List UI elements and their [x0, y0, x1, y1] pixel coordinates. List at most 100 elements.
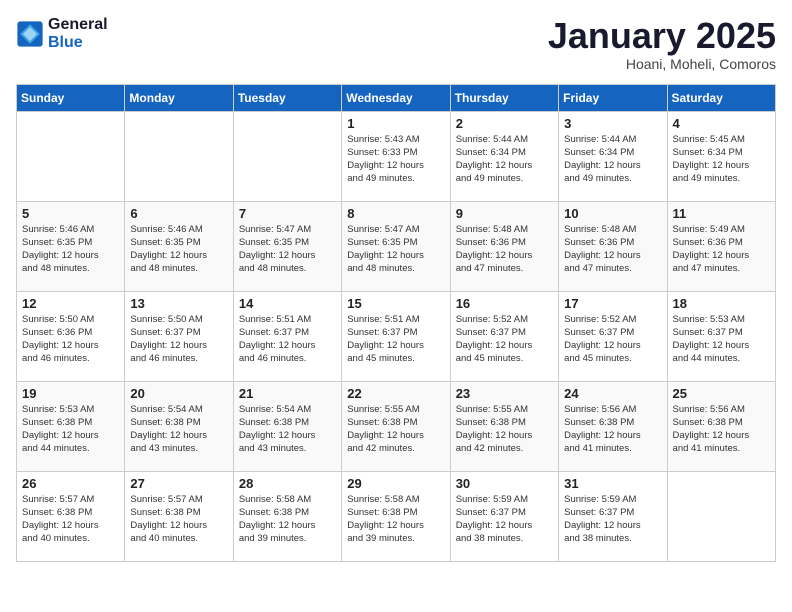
day-info: Sunrise: 5:47 AM Sunset: 6:35 PM Dayligh… [239, 223, 336, 276]
day-number: 16 [456, 296, 553, 311]
day-number: 1 [347, 116, 444, 131]
calendar-cell: 31 Sunrise: 5:59 AM Sunset: 6:37 PM Dayli… [559, 471, 667, 561]
calendar-cell: 16 Sunrise: 5:52 AM Sunset: 6:37 PM Dayli… [450, 291, 558, 381]
calendar-week-row: 1Sunrise: 5:43 AM Sunset: 6:33 PM Daylig… [17, 111, 776, 201]
day-info: Sunrise: 5:57 AM Sunset: 6:38 PM Dayligh… [130, 493, 227, 546]
calendar-cell [125, 111, 233, 201]
day-info: Sunrise: 5:46 AM Sunset: 6:35 PM Dayligh… [130, 223, 227, 276]
day-number: 29 [347, 476, 444, 491]
day-number: 30 [456, 476, 553, 491]
day-info: Sunrise: 5:56 AM Sunset: 6:38 PM Dayligh… [564, 403, 661, 456]
day-info: Sunrise: 5:58 AM Sunset: 6:38 PM Dayligh… [347, 493, 444, 546]
day-info: Sunrise: 5:54 AM Sunset: 6:38 PM Dayligh… [239, 403, 336, 456]
calendar-cell: 24 Sunrise: 5:56 AM Sunset: 6:38 PM Dayli… [559, 381, 667, 471]
calendar-cell: 12Sunrise: 5:50 AM Sunset: 6:36 PM Dayli… [17, 291, 125, 381]
day-number: 22 [347, 386, 444, 401]
logo-icon [16, 20, 44, 48]
calendar-cell: 17 Sunrise: 5:52 AM Sunset: 6:37 PM Dayli… [559, 291, 667, 381]
day-number: 17 [564, 296, 661, 311]
day-info: Sunrise: 5:44 AM Sunset: 6:34 PM Dayligh… [456, 133, 553, 186]
calendar-cell: 11 Sunrise: 5:49 AM Sunset: 6:36 PM Dayli… [667, 201, 775, 291]
day-number: 3 [564, 116, 661, 131]
day-info: Sunrise: 5:57 AM Sunset: 6:38 PM Dayligh… [22, 493, 119, 546]
day-number: 28 [239, 476, 336, 491]
weekday-header: Thursday [450, 84, 558, 111]
calendar-subtitle: Hoani, Moheli, Comoros [548, 56, 776, 72]
calendar-cell: 26 Sunrise: 5:57 AM Sunset: 6:38 PM Dayli… [17, 471, 125, 561]
calendar-cell [233, 111, 341, 201]
day-number: 27 [130, 476, 227, 491]
day-info: Sunrise: 5:51 AM Sunset: 6:37 PM Dayligh… [347, 313, 444, 366]
calendar-cell: 29 Sunrise: 5:58 AM Sunset: 6:38 PM Dayli… [342, 471, 450, 561]
calendar-week-row: 12Sunrise: 5:50 AM Sunset: 6:36 PM Dayli… [17, 291, 776, 381]
calendar-cell: 14Sunrise: 5:51 AM Sunset: 6:37 PM Dayli… [233, 291, 341, 381]
weekday-header-row: SundayMondayTuesdayWednesdayThursdayFrid… [17, 84, 776, 111]
calendar-cell: 20 Sunrise: 5:54 AM Sunset: 6:38 PM Dayli… [125, 381, 233, 471]
calendar-cell: 6 Sunrise: 5:46 AM Sunset: 6:35 PM Daylig… [125, 201, 233, 291]
weekday-header: Sunday [17, 84, 125, 111]
day-number: 20 [130, 386, 227, 401]
day-info: Sunrise: 5:47 AM Sunset: 6:35 PM Dayligh… [347, 223, 444, 276]
day-info: Sunrise: 5:46 AM Sunset: 6:35 PM Dayligh… [22, 223, 119, 276]
day-number: 13 [130, 296, 227, 311]
day-info: Sunrise: 5:53 AM Sunset: 6:38 PM Dayligh… [22, 403, 119, 456]
day-number: 21 [239, 386, 336, 401]
calendar-week-row: 5 Sunrise: 5:46 AM Sunset: 6:35 PM Daylig… [17, 201, 776, 291]
day-number: 2 [456, 116, 553, 131]
calendar-table: SundayMondayTuesdayWednesdayThursdayFrid… [16, 84, 776, 562]
day-info: Sunrise: 5:50 AM Sunset: 6:37 PM Dayligh… [130, 313, 227, 366]
calendar-title: January 2025 [548, 16, 776, 56]
calendar-cell: 15Sunrise: 5:51 AM Sunset: 6:37 PM Dayli… [342, 291, 450, 381]
day-number: 19 [22, 386, 119, 401]
day-number: 11 [673, 206, 770, 221]
day-info: Sunrise: 5:54 AM Sunset: 6:38 PM Dayligh… [130, 403, 227, 456]
day-number: 31 [564, 476, 661, 491]
calendar-cell: 8Sunrise: 5:47 AM Sunset: 6:35 PM Daylig… [342, 201, 450, 291]
day-info: Sunrise: 5:49 AM Sunset: 6:36 PM Dayligh… [673, 223, 770, 276]
day-number: 6 [130, 206, 227, 221]
day-info: Sunrise: 5:52 AM Sunset: 6:37 PM Dayligh… [564, 313, 661, 366]
calendar-week-row: 26 Sunrise: 5:57 AM Sunset: 6:38 PM Dayli… [17, 471, 776, 561]
day-number: 26 [22, 476, 119, 491]
calendar-cell: 4Sunrise: 5:45 AM Sunset: 6:34 PM Daylig… [667, 111, 775, 201]
calendar-header: January 2025 Hoani, Moheli, Comoros [548, 16, 776, 72]
weekday-header: Tuesday [233, 84, 341, 111]
day-number: 10 [564, 206, 661, 221]
calendar-cell: 19 Sunrise: 5:53 AM Sunset: 6:38 PM Dayli… [17, 381, 125, 471]
calendar-cell: 27 Sunrise: 5:57 AM Sunset: 6:38 PM Dayli… [125, 471, 233, 561]
weekday-header: Wednesday [342, 84, 450, 111]
logo-text: General Blue [48, 16, 108, 51]
day-number: 9 [456, 206, 553, 221]
day-number: 25 [673, 386, 770, 401]
calendar-cell: 1Sunrise: 5:43 AM Sunset: 6:33 PM Daylig… [342, 111, 450, 201]
calendar-cell: 22Sunrise: 5:55 AM Sunset: 6:38 PM Dayli… [342, 381, 450, 471]
day-info: Sunrise: 5:44 AM Sunset: 6:34 PM Dayligh… [564, 133, 661, 186]
calendar-cell: 28 Sunrise: 5:58 AM Sunset: 6:38 PM Dayli… [233, 471, 341, 561]
calendar-week-row: 19 Sunrise: 5:53 AM Sunset: 6:38 PM Dayli… [17, 381, 776, 471]
calendar-cell [667, 471, 775, 561]
day-number: 24 [564, 386, 661, 401]
day-info: Sunrise: 5:59 AM Sunset: 6:37 PM Dayligh… [564, 493, 661, 546]
calendar-cell: 10 Sunrise: 5:48 AM Sunset: 6:36 PM Dayli… [559, 201, 667, 291]
day-info: Sunrise: 5:56 AM Sunset: 6:38 PM Dayligh… [673, 403, 770, 456]
calendar-cell: 3 Sunrise: 5:44 AM Sunset: 6:34 PM Daylig… [559, 111, 667, 201]
day-info: Sunrise: 5:48 AM Sunset: 6:36 PM Dayligh… [456, 223, 553, 276]
day-number: 5 [22, 206, 119, 221]
calendar-cell: 25 Sunrise: 5:56 AM Sunset: 6:38 PM Dayli… [667, 381, 775, 471]
weekday-header: Friday [559, 84, 667, 111]
day-number: 14 [239, 296, 336, 311]
day-info: Sunrise: 5:50 AM Sunset: 6:36 PM Dayligh… [22, 313, 119, 366]
day-info: Sunrise: 5:58 AM Sunset: 6:38 PM Dayligh… [239, 493, 336, 546]
day-info: Sunrise: 5:48 AM Sunset: 6:36 PM Dayligh… [564, 223, 661, 276]
day-info: Sunrise: 5:59 AM Sunset: 6:37 PM Dayligh… [456, 493, 553, 546]
day-info: Sunrise: 5:53 AM Sunset: 6:37 PM Dayligh… [673, 313, 770, 366]
calendar-cell: 5 Sunrise: 5:46 AM Sunset: 6:35 PM Daylig… [17, 201, 125, 291]
day-info: Sunrise: 5:52 AM Sunset: 6:37 PM Dayligh… [456, 313, 553, 366]
calendar-cell: 7Sunrise: 5:47 AM Sunset: 6:35 PM Daylig… [233, 201, 341, 291]
weekday-header: Saturday [667, 84, 775, 111]
calendar-cell: 13 Sunrise: 5:50 AM Sunset: 6:37 PM Dayli… [125, 291, 233, 381]
day-info: Sunrise: 5:55 AM Sunset: 6:38 PM Dayligh… [456, 403, 553, 456]
logo: General Blue [16, 16, 108, 51]
day-number: 4 [673, 116, 770, 131]
page-header: General Blue January 2025 Hoani, Moheli,… [16, 16, 776, 72]
